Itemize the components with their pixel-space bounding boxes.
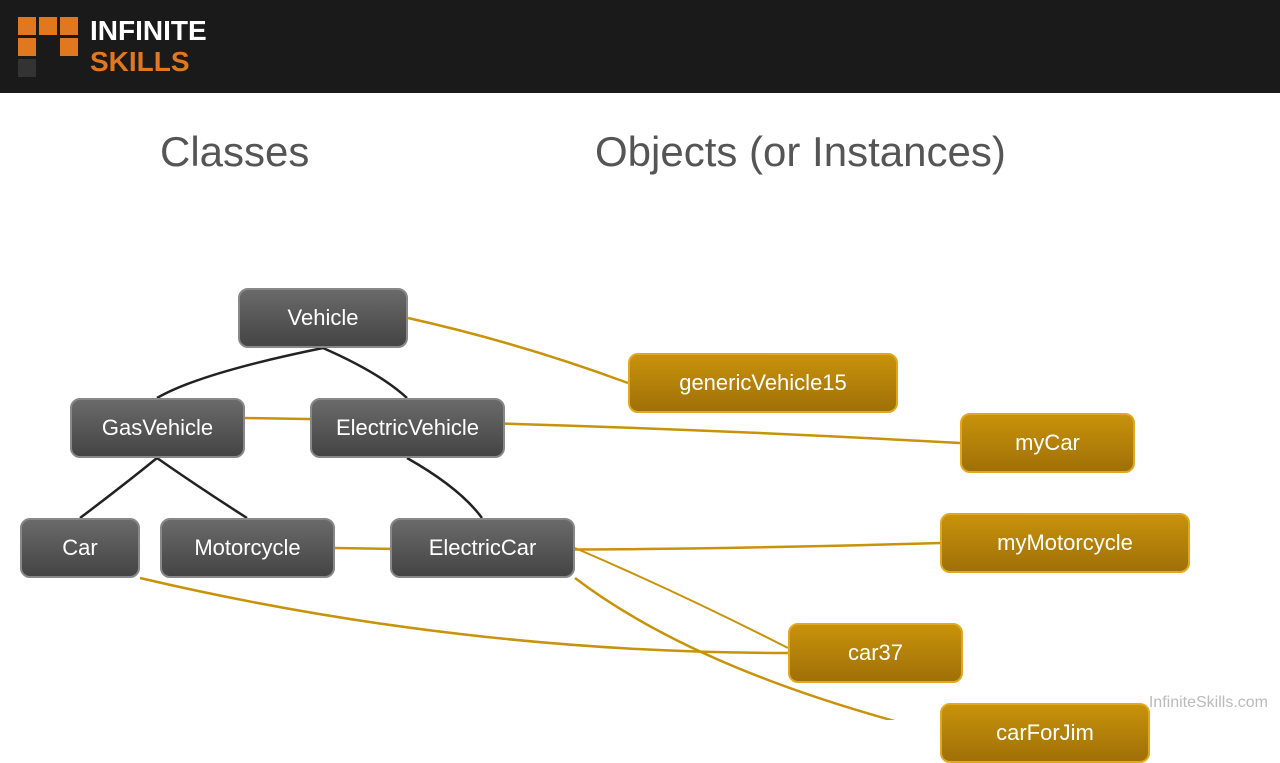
logo-cell: [18, 59, 36, 77]
logo: INFINITE SKILLS: [18, 16, 207, 78]
class-node-electriccar: ElectricCar: [390, 518, 575, 578]
objects-heading: Objects (or Instances): [595, 128, 1006, 176]
logo-cell: [18, 17, 36, 35]
logo-cell: [60, 59, 78, 77]
logo-cell: [39, 59, 57, 77]
logo-grid-icon: [18, 17, 78, 77]
logo-cell: [60, 38, 78, 56]
main-content: Classes Objects (or Instances) Vehicle Ga…: [0, 93, 1280, 720]
logo-cell: [39, 17, 57, 35]
brand-name: INFINITE SKILLS: [90, 16, 207, 78]
object-node-carforjim: carForJim: [940, 703, 1150, 763]
class-node-vehicle: Vehicle: [238, 288, 408, 348]
object-node-mycar: myCar: [960, 413, 1135, 473]
classes-heading: Classes: [160, 128, 309, 176]
class-node-electricvehicle: ElectricVehicle: [310, 398, 505, 458]
header: INFINITE SKILLS: [0, 0, 1280, 93]
logo-cell: [60, 17, 78, 35]
logo-cell: [39, 38, 57, 56]
class-node-car: Car: [20, 518, 140, 578]
object-node-genericvehicle15: genericVehicle15: [628, 353, 898, 413]
object-node-mymotorcycle: myMotorcycle: [940, 513, 1190, 573]
class-node-motorcycle: Motorcycle: [160, 518, 335, 578]
watermark: InfiniteSkills.com: [1149, 694, 1268, 712]
logo-cell: [18, 38, 36, 56]
object-node-car37: car37: [788, 623, 963, 683]
class-node-gasvehicle: GasVehicle: [70, 398, 245, 458]
